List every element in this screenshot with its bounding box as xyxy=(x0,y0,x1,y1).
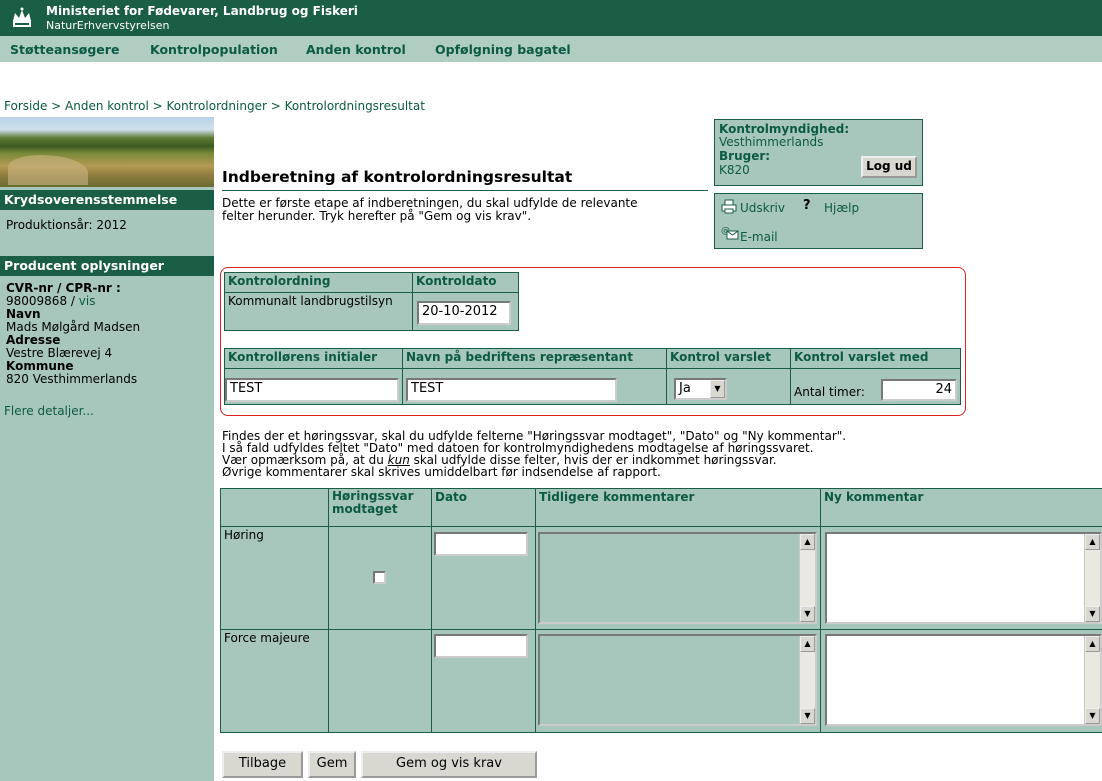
col-kontroldato: Kontroldato xyxy=(412,272,519,293)
col-new-comment: Ny kommentar xyxy=(820,488,1102,527)
new-comment-textarea-force-majeure[interactable]: ▲ ▼ xyxy=(825,634,1102,726)
hearing-received-checkbox[interactable] xyxy=(373,571,386,584)
scrollbar[interactable]: ▲ ▼ xyxy=(1084,534,1100,622)
cvr-value: 98009868 / xyxy=(6,294,75,308)
intro-text: Dette er første etape af indberetningen,… xyxy=(222,197,638,223)
scheme-value: Kommunalt landbrugstilsyn xyxy=(224,292,413,331)
scrollbar[interactable]: ▲ ▼ xyxy=(1084,636,1100,724)
kontroldato-input[interactable]: 20-10-2012 xyxy=(417,301,511,325)
hours-label: Antal timer: xyxy=(794,385,865,399)
help-icon[interactable]: ? xyxy=(803,198,811,213)
col-empty xyxy=(220,488,329,527)
nav-item-kontrolpopulation[interactable]: Kontrolpopulation xyxy=(150,42,278,57)
col-kontrolordning: Kontrolordning xyxy=(224,272,413,293)
row-label-hoering: Høring xyxy=(220,526,329,630)
authority-box: Kontrolmyndighed: Vesthimmerlands Bruger… xyxy=(714,119,923,186)
col-previous-comments: Tidligere kommentarer xyxy=(535,488,821,527)
title-divider xyxy=(222,190,708,191)
save-button[interactable]: Gem xyxy=(308,751,356,778)
crown-logo-icon xyxy=(13,7,31,27)
scrollbar[interactable]: ▲ ▼ xyxy=(799,636,815,724)
print-link[interactable]: Udskriv xyxy=(740,201,785,215)
main-nav: Støtteansøgere Kontrolpopulation Anden k… xyxy=(0,36,1102,62)
logout-button[interactable]: Log ud xyxy=(861,156,917,178)
production-year: Produktionsår: 2012 xyxy=(6,218,127,232)
nav-item-opfoelgning-bagatel[interactable]: Opfølgning bagatel xyxy=(435,42,571,57)
chevron-down-icon[interactable]: ▼ xyxy=(710,380,725,398)
help-link[interactable]: Hjælp xyxy=(824,201,859,215)
user-value: K820 xyxy=(719,163,750,177)
col-notified: Kontrol varslet xyxy=(666,348,791,369)
scrollbar[interactable]: ▲ ▼ xyxy=(799,534,815,622)
page-title: Indberetning af kontrolordningsresultat xyxy=(222,168,573,186)
col-initials: Kontrollørens initialer xyxy=(224,348,403,369)
force-majeure-date-input[interactable] xyxy=(434,634,528,658)
previous-comments-textarea-force-majeure[interactable]: ▲ ▼ xyxy=(538,634,817,726)
authority-value: Vesthimmerlands xyxy=(719,135,824,149)
nav-item-stoetteansoegere[interactable]: Støtteansøgere xyxy=(10,42,119,57)
municipality-value: 820 Vesthimmerlands xyxy=(6,372,138,386)
hearing-instructions: Findes der et høringssvar, skal du udfyl… xyxy=(222,430,846,478)
nav-item-anden-kontrol[interactable]: Anden kontrol xyxy=(306,42,406,57)
hearing-date-input[interactable] xyxy=(434,532,528,556)
agency-name: NaturErhvervstyrelsen xyxy=(46,19,170,32)
sidebar: Krydsoverensstemmelse Produktionsår: 201… xyxy=(0,117,214,781)
email-link[interactable]: E-mail xyxy=(740,230,778,244)
more-details-link[interactable]: Flere detaljer... xyxy=(4,405,94,418)
hearing-line-4: Øvrige kommentarer skal skrives umiddelb… xyxy=(222,465,661,479)
printer-icon[interactable] xyxy=(721,199,737,214)
representative-input[interactable]: TEST xyxy=(406,378,617,402)
initials-input[interactable]: TEST xyxy=(225,378,399,402)
intro-line-2: felter herunder. Tryk herefter på "Gem o… xyxy=(222,209,532,223)
cvr-show-link[interactable]: vis xyxy=(79,294,96,308)
hours-input[interactable]: 24 xyxy=(881,379,957,401)
new-comment-textarea-hoering[interactable]: ▲ ▼ xyxy=(825,532,1102,624)
utility-box: Udskriv ? Hjælp @ E-mail xyxy=(714,193,923,249)
save-and-show-requirements-button[interactable]: Gem og vis krav xyxy=(361,751,537,778)
col-notified-with: Kontrol varslet med xyxy=(790,348,961,369)
header-bar: Ministeriet for Fødevarer, Landbrug og F… xyxy=(0,0,1102,36)
sidebar-heading-producent: Producent oplysninger xyxy=(0,256,214,276)
col-representative: Navn på bedriftens repræsentant xyxy=(402,348,667,369)
email-icon[interactable]: @ xyxy=(721,224,739,240)
row-label-force-majeure: Force majeure xyxy=(220,629,329,733)
back-button[interactable]: Tilbage xyxy=(222,751,303,778)
previous-comments-textarea-hoering[interactable]: ▲ ▼ xyxy=(538,532,817,624)
breadcrumb[interactable]: Forside > Anden kontrol > Kontrolordning… xyxy=(4,99,425,113)
sidebar-heading-krydsoverensstemmelse[interactable]: Krydsoverensstemmelse xyxy=(0,190,214,210)
notified-select[interactable]: Ja ▼ xyxy=(674,378,727,400)
notified-select-value: Ja xyxy=(679,381,691,396)
col-received: Høringssvar modtaget xyxy=(328,488,432,527)
ministry-name: Ministeriet for Fødevarer, Landbrug og F… xyxy=(46,4,358,18)
col-date: Dato xyxy=(431,488,536,527)
user-label: Bruger: xyxy=(719,149,771,163)
landscape-photo xyxy=(0,117,214,187)
